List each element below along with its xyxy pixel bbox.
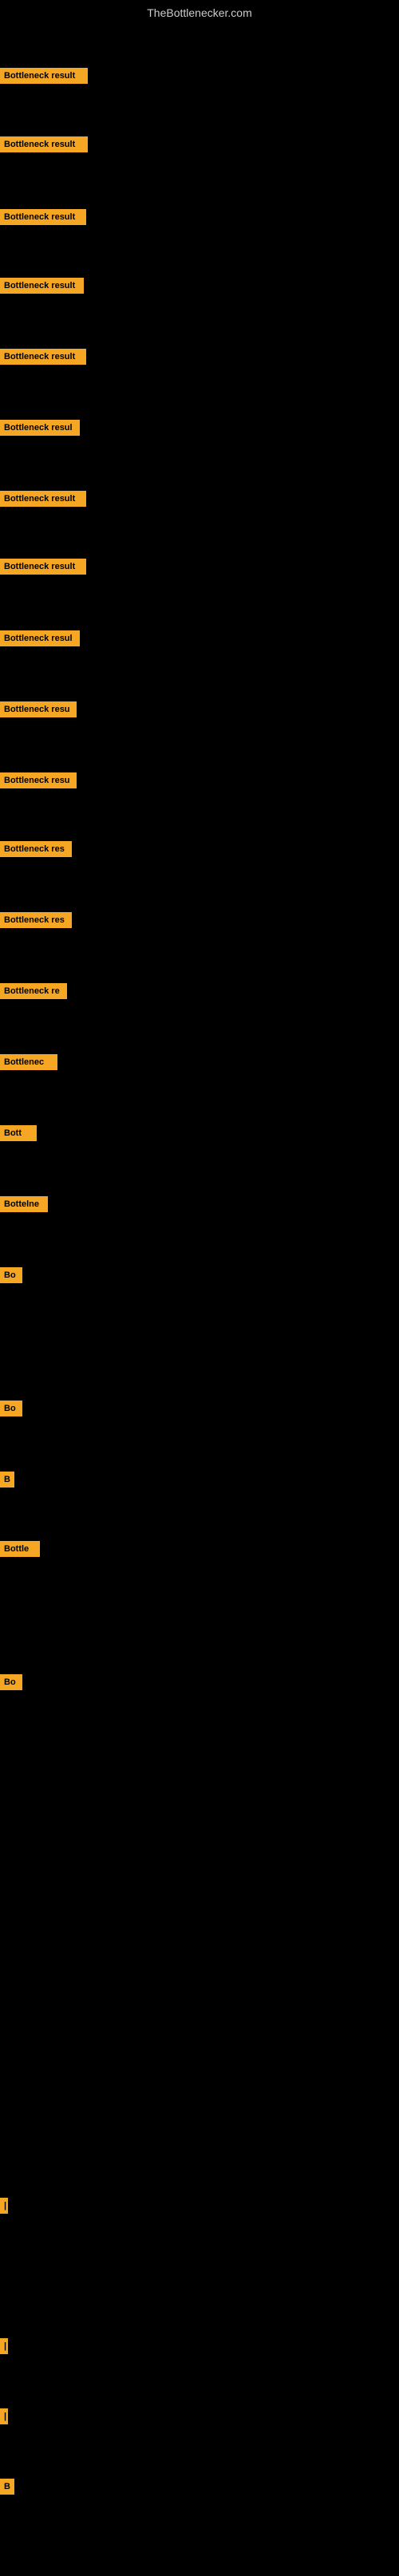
bottleneck-button-18[interactable]: Bo <box>0 1267 22 1283</box>
bottleneck-button-24[interactable]: | <box>0 2338 8 2354</box>
bottleneck-button-25[interactable]: | <box>0 2408 8 2424</box>
site-title: TheBottlenecker.com <box>0 0 399 22</box>
bottleneck-button-21[interactable]: Bottle <box>0 1541 40 1557</box>
bottleneck-button-20[interactable]: B <box>0 1472 14 1488</box>
bottleneck-button-19[interactable]: Bo <box>0 1401 22 1416</box>
bottleneck-button-10[interactable]: Bottleneck resu <box>0 701 77 717</box>
bottleneck-button-7[interactable]: Bottleneck result <box>0 491 86 507</box>
bottleneck-button-6[interactable]: Bottleneck resul <box>0 420 80 436</box>
bottleneck-button-16[interactable]: Bott <box>0 1125 37 1141</box>
bottleneck-button-13[interactable]: Bottleneck res <box>0 912 72 928</box>
bottleneck-button-12[interactable]: Bottleneck res <box>0 841 72 857</box>
bottleneck-button-8[interactable]: Bottleneck result <box>0 559 86 575</box>
bottleneck-button-9[interactable]: Bottleneck resul <box>0 630 80 646</box>
bottleneck-button-5[interactable]: Bottleneck result <box>0 349 86 365</box>
bottleneck-button-11[interactable]: Bottleneck resu <box>0 772 77 788</box>
bottleneck-button-2[interactable]: Bottleneck result <box>0 136 88 152</box>
bottleneck-button-26[interactable]: B <box>0 2479 14 2495</box>
bottleneck-button-14[interactable]: Bottleneck re <box>0 983 67 999</box>
bottleneck-button-17[interactable]: Bottelne <box>0 1196 48 1212</box>
bottleneck-button-22[interactable]: Bo <box>0 1674 22 1690</box>
bottleneck-button-4[interactable]: Bottleneck result <box>0 278 84 294</box>
bottleneck-button-23[interactable]: | <box>0 2198 8 2214</box>
bottleneck-button-15[interactable]: Bottlenec <box>0 1054 57 1070</box>
bottleneck-button-3[interactable]: Bottleneck result <box>0 209 86 225</box>
bottleneck-button-1[interactable]: Bottleneck result <box>0 68 88 84</box>
